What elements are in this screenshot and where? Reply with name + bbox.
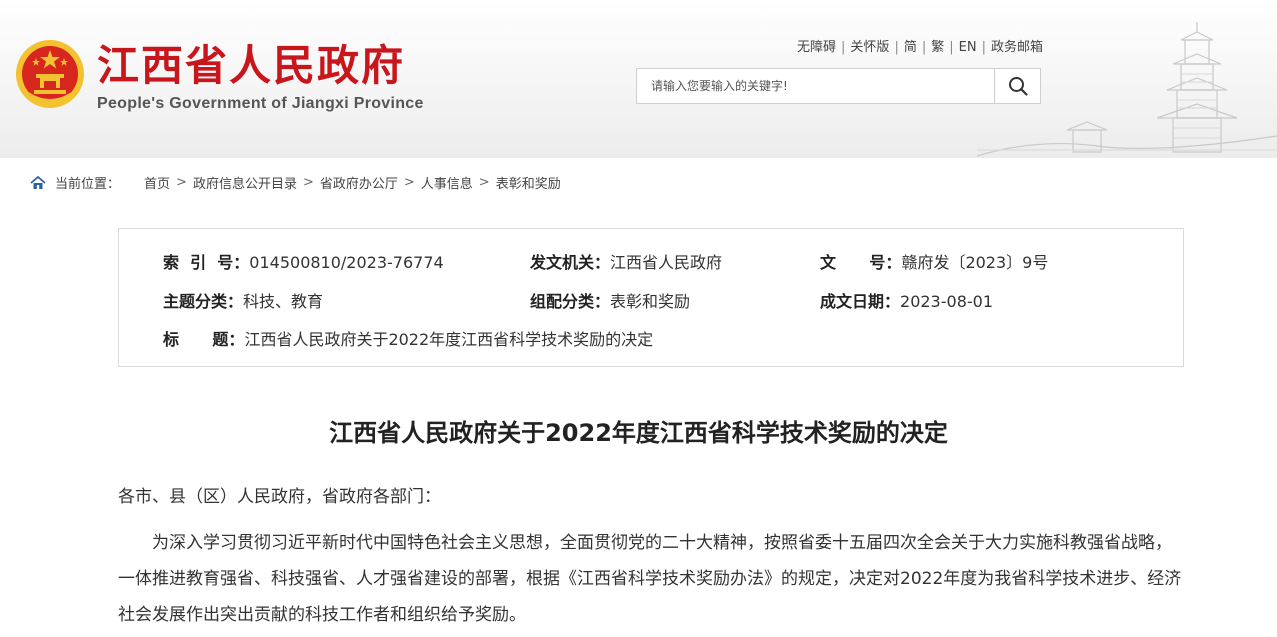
doc-info-box: 索 引 号：014500810/2023-76774 发文机关：江西省人民政府 … xyxy=(118,228,1184,367)
breadcrumb: 当前位置： 首页 > 政府信息公开目录 > 省政府办公厅 > 人事信息 > 表彰… xyxy=(30,173,561,192)
topic-category-value: 科技、教育 xyxy=(243,292,324,311)
link-accessibility[interactable]: 无障碍 xyxy=(797,40,836,55)
written-date: 成文日期：2023-08-01 xyxy=(820,288,993,312)
breadcrumb-awards[interactable]: 表彰和奖励 xyxy=(496,173,561,192)
link-care-version[interactable]: 关怀版 xyxy=(850,40,889,55)
document-number-label: 文 号： xyxy=(820,253,902,272)
assembly-category: 组配分类：表彰和奖励 xyxy=(530,288,690,312)
link-english[interactable]: EN xyxy=(959,40,977,55)
pagoda-illustration xyxy=(977,22,1277,157)
breadcrumb-arrow: > xyxy=(478,175,490,190)
breadcrumb-home[interactable]: 首页 xyxy=(144,173,170,192)
home-icon xyxy=(30,175,46,189)
link-separator: | xyxy=(894,40,899,55)
topic-category-label: 主题分类： xyxy=(163,292,244,311)
doc-title-value: 江西省人民政府关于2022年度江西省科学技术奖励的决定 xyxy=(244,330,654,349)
document-number-value: 赣府发〔2023〕9号 xyxy=(901,253,1049,272)
document-number: 文 号：赣府发〔2023〕9号 xyxy=(820,249,1048,273)
link-separator: | xyxy=(921,40,927,55)
issuing-agency-label: 发文机关： xyxy=(530,253,611,272)
breadcrumb-label: 当前位置： xyxy=(55,177,121,192)
article-salutation: 各市、县（区）人民政府，省政府各部门： xyxy=(118,487,441,507)
article-paragraph: 为深入学习贯彻习近平新时代中国特色社会主义思想，全面贯彻党的二十大精神，按照省委… xyxy=(118,533,1182,625)
issuing-agency: 发文机关：江西省人民政府 xyxy=(530,249,722,273)
written-date-value: 2023-08-01 xyxy=(900,292,993,311)
link-separator: | xyxy=(841,40,846,55)
search-input[interactable] xyxy=(637,69,995,103)
breadcrumb-arrow: > xyxy=(302,175,314,190)
issuing-agency-value: 江西省人民政府 xyxy=(610,253,723,272)
topic-category: 主题分类：科技、教育 xyxy=(163,288,323,312)
doc-title-row: 标 题：江西省人民政府关于2022年度江西省科学技术奖励的决定 xyxy=(163,326,653,350)
site-subtitle: People's Government of Jiangxi Province xyxy=(97,95,424,112)
index-number-label: 索 引 号： xyxy=(163,253,250,272)
link-simplified[interactable]: 简 xyxy=(904,40,917,55)
article-title: 江西省人民政府关于2022年度江西省科学技术奖励的决定 xyxy=(329,419,948,447)
breadcrumb-office[interactable]: 省政府办公厅 xyxy=(320,173,398,192)
breadcrumb-gov-info[interactable]: 政府信息公开目录 xyxy=(193,173,297,192)
site-title: 江西省人民政府 xyxy=(97,41,406,90)
breadcrumb-arrow: > xyxy=(176,175,187,190)
link-separator: | xyxy=(949,40,954,55)
breadcrumb-personnel[interactable]: 人事信息 xyxy=(421,173,473,192)
national-emblem-icon xyxy=(16,40,84,108)
breadcrumb-arrow: > xyxy=(403,175,415,190)
assembly-category-label: 组配分类： xyxy=(530,292,611,311)
site-header: 江西省人民政府 People's Government of Jiangxi P… xyxy=(0,0,1277,158)
doc-title-label: 标 题： xyxy=(163,330,245,349)
index-number: 索 引 号：014500810/2023-76774 xyxy=(163,249,444,273)
assembly-category-value: 表彰和奖励 xyxy=(610,292,691,311)
written-date-label: 成文日期： xyxy=(820,292,901,311)
link-traditional[interactable]: 繁 xyxy=(931,40,944,55)
index-number-value: 014500810/2023-76774 xyxy=(249,253,444,272)
